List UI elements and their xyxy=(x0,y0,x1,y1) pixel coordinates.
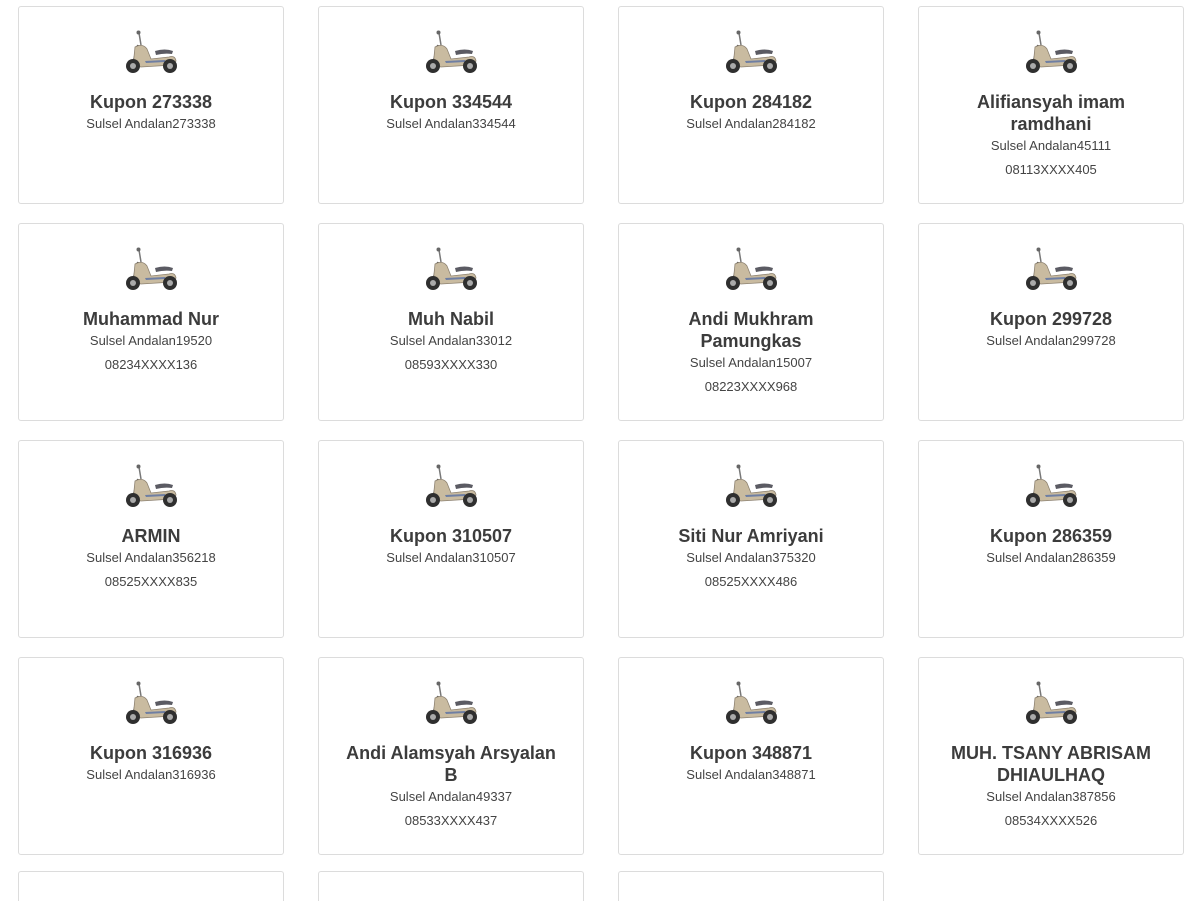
coupon-card[interactable]: Kupon 310507 Sulsel Andalan310507 xyxy=(318,440,584,638)
scooter-icon xyxy=(1026,247,1077,290)
scooter-icon xyxy=(1026,681,1077,724)
scooter-icon xyxy=(1026,30,1077,73)
next-row-partial xyxy=(18,871,884,901)
card-subtitle: Sulsel Andalan356218 xyxy=(86,550,216,565)
card-subtitle: Sulsel Andalan273338 xyxy=(86,116,216,131)
scooter-icon xyxy=(726,247,777,290)
scooter-icon xyxy=(1026,464,1077,507)
card-title: ARMIN xyxy=(121,526,181,546)
card-subtitle: Sulsel Andalan299728 xyxy=(986,333,1116,348)
coupon-card[interactable]: Kupon 273338 Sulsel Andalan273338 xyxy=(18,6,284,204)
coupon-card[interactable]: Andi Alamsyah Arsyalan B Sulsel Andalan4… xyxy=(318,657,584,855)
scooter-icon xyxy=(126,681,177,724)
coupon-card[interactable]: Kupon 299728 Sulsel Andalan299728 xyxy=(918,223,1184,421)
card-phone: 08525XXXX835 xyxy=(104,574,198,589)
card-title: MUH. TSANY ABRISAM DHIAULHAQ xyxy=(950,743,1151,785)
card-partial xyxy=(318,871,584,901)
coupon-card[interactable]: Andi Mukhram Pamungkas Sulsel Andalan150… xyxy=(618,223,884,421)
card-phone: 08533XXXX437 xyxy=(404,813,498,828)
card-title: Andi Mukhram Pamungkas xyxy=(688,309,814,351)
scooter-icon xyxy=(426,30,477,73)
card-subtitle: Sulsel Andalan348871 xyxy=(686,767,816,782)
scooter-icon xyxy=(126,30,177,73)
scooter-icon xyxy=(426,247,477,290)
card-title: Kupon 299728 xyxy=(989,309,1113,329)
coupon-grid: Kupon 273338 Sulsel Andalan273338 Kupon … xyxy=(18,6,1184,855)
card-partial xyxy=(618,871,884,901)
card-title: Muh Nabil xyxy=(408,309,494,329)
card-subtitle: Sulsel Andalan284182 xyxy=(686,116,816,131)
coupon-card[interactable]: Kupon 284182 Sulsel Andalan284182 xyxy=(618,6,884,204)
card-phone: 08525XXXX486 xyxy=(704,574,798,589)
coupon-card[interactable]: MUH. TSANY ABRISAM DHIAULHAQ Sulsel Anda… xyxy=(918,657,1184,855)
card-subtitle: Sulsel Andalan49337 xyxy=(389,789,513,804)
coupon-card[interactable]: Kupon 316936 Sulsel Andalan316936 xyxy=(18,657,284,855)
scooter-icon xyxy=(426,464,477,507)
card-title: Muhammad Nur xyxy=(82,309,219,329)
card-phone: 08593XXXX330 xyxy=(404,357,498,372)
card-title: Kupon 348871 xyxy=(689,743,813,763)
coupon-card[interactable]: Muh Nabil Sulsel Andalan33012 08593XXXX3… xyxy=(318,223,584,421)
scooter-icon xyxy=(126,247,177,290)
card-subtitle: Sulsel Andalan334544 xyxy=(386,116,516,131)
card-phone: 08534XXXX526 xyxy=(1004,813,1098,828)
coupon-card[interactable]: Siti Nur Amriyani Sulsel Andalan375320 0… xyxy=(618,440,884,638)
card-title: Kupon 286359 xyxy=(989,526,1113,546)
coupon-card[interactable]: Alifiansyah imam ramdhani Sulsel Andalan… xyxy=(918,6,1184,204)
scooter-icon xyxy=(726,464,777,507)
card-phone: 08234XXXX136 xyxy=(104,357,198,372)
coupon-card[interactable]: Kupon 334544 Sulsel Andalan334544 xyxy=(318,6,584,204)
card-title: Kupon 284182 xyxy=(689,92,813,112)
card-phone: 08113XXXX405 xyxy=(1005,162,1097,177)
card-subtitle: Sulsel Andalan19520 xyxy=(89,333,213,348)
scooter-icon xyxy=(426,681,477,724)
card-subtitle: Sulsel Andalan45111 xyxy=(990,138,1112,153)
scooter-icon xyxy=(126,464,177,507)
card-subtitle: Sulsel Andalan15007 xyxy=(689,355,813,370)
card-subtitle: Sulsel Andalan316936 xyxy=(86,767,216,782)
card-subtitle: Sulsel Andalan310507 xyxy=(386,550,516,565)
card-title: Siti Nur Amriyani xyxy=(678,526,824,546)
card-subtitle: Sulsel Andalan375320 xyxy=(686,550,816,565)
card-subtitle: Sulsel Andalan286359 xyxy=(986,550,1116,565)
card-subtitle: Sulsel Andalan387856 xyxy=(986,789,1116,804)
card-title: Andi Alamsyah Arsyalan B xyxy=(346,743,556,785)
card-subtitle: Sulsel Andalan33012 xyxy=(389,333,513,348)
coupon-card[interactable]: ARMIN Sulsel Andalan356218 08525XXXX835 xyxy=(18,440,284,638)
card-phone: 08223XXXX968 xyxy=(704,379,798,394)
card-title: Kupon 273338 xyxy=(89,92,213,112)
card-partial xyxy=(18,871,284,901)
scooter-icon xyxy=(726,30,777,73)
coupon-card[interactable]: Kupon 286359 Sulsel Andalan286359 xyxy=(918,440,1184,638)
scooter-icon xyxy=(726,681,777,724)
card-title: Kupon 334544 xyxy=(389,92,513,112)
coupon-card[interactable]: Muhammad Nur Sulsel Andalan19520 08234XX… xyxy=(18,223,284,421)
coupon-card[interactable]: Kupon 348871 Sulsel Andalan348871 xyxy=(618,657,884,855)
card-title: Alifiansyah imam ramdhani xyxy=(976,92,1126,134)
card-title: Kupon 310507 xyxy=(389,526,513,546)
card-title: Kupon 316936 xyxy=(89,743,213,763)
